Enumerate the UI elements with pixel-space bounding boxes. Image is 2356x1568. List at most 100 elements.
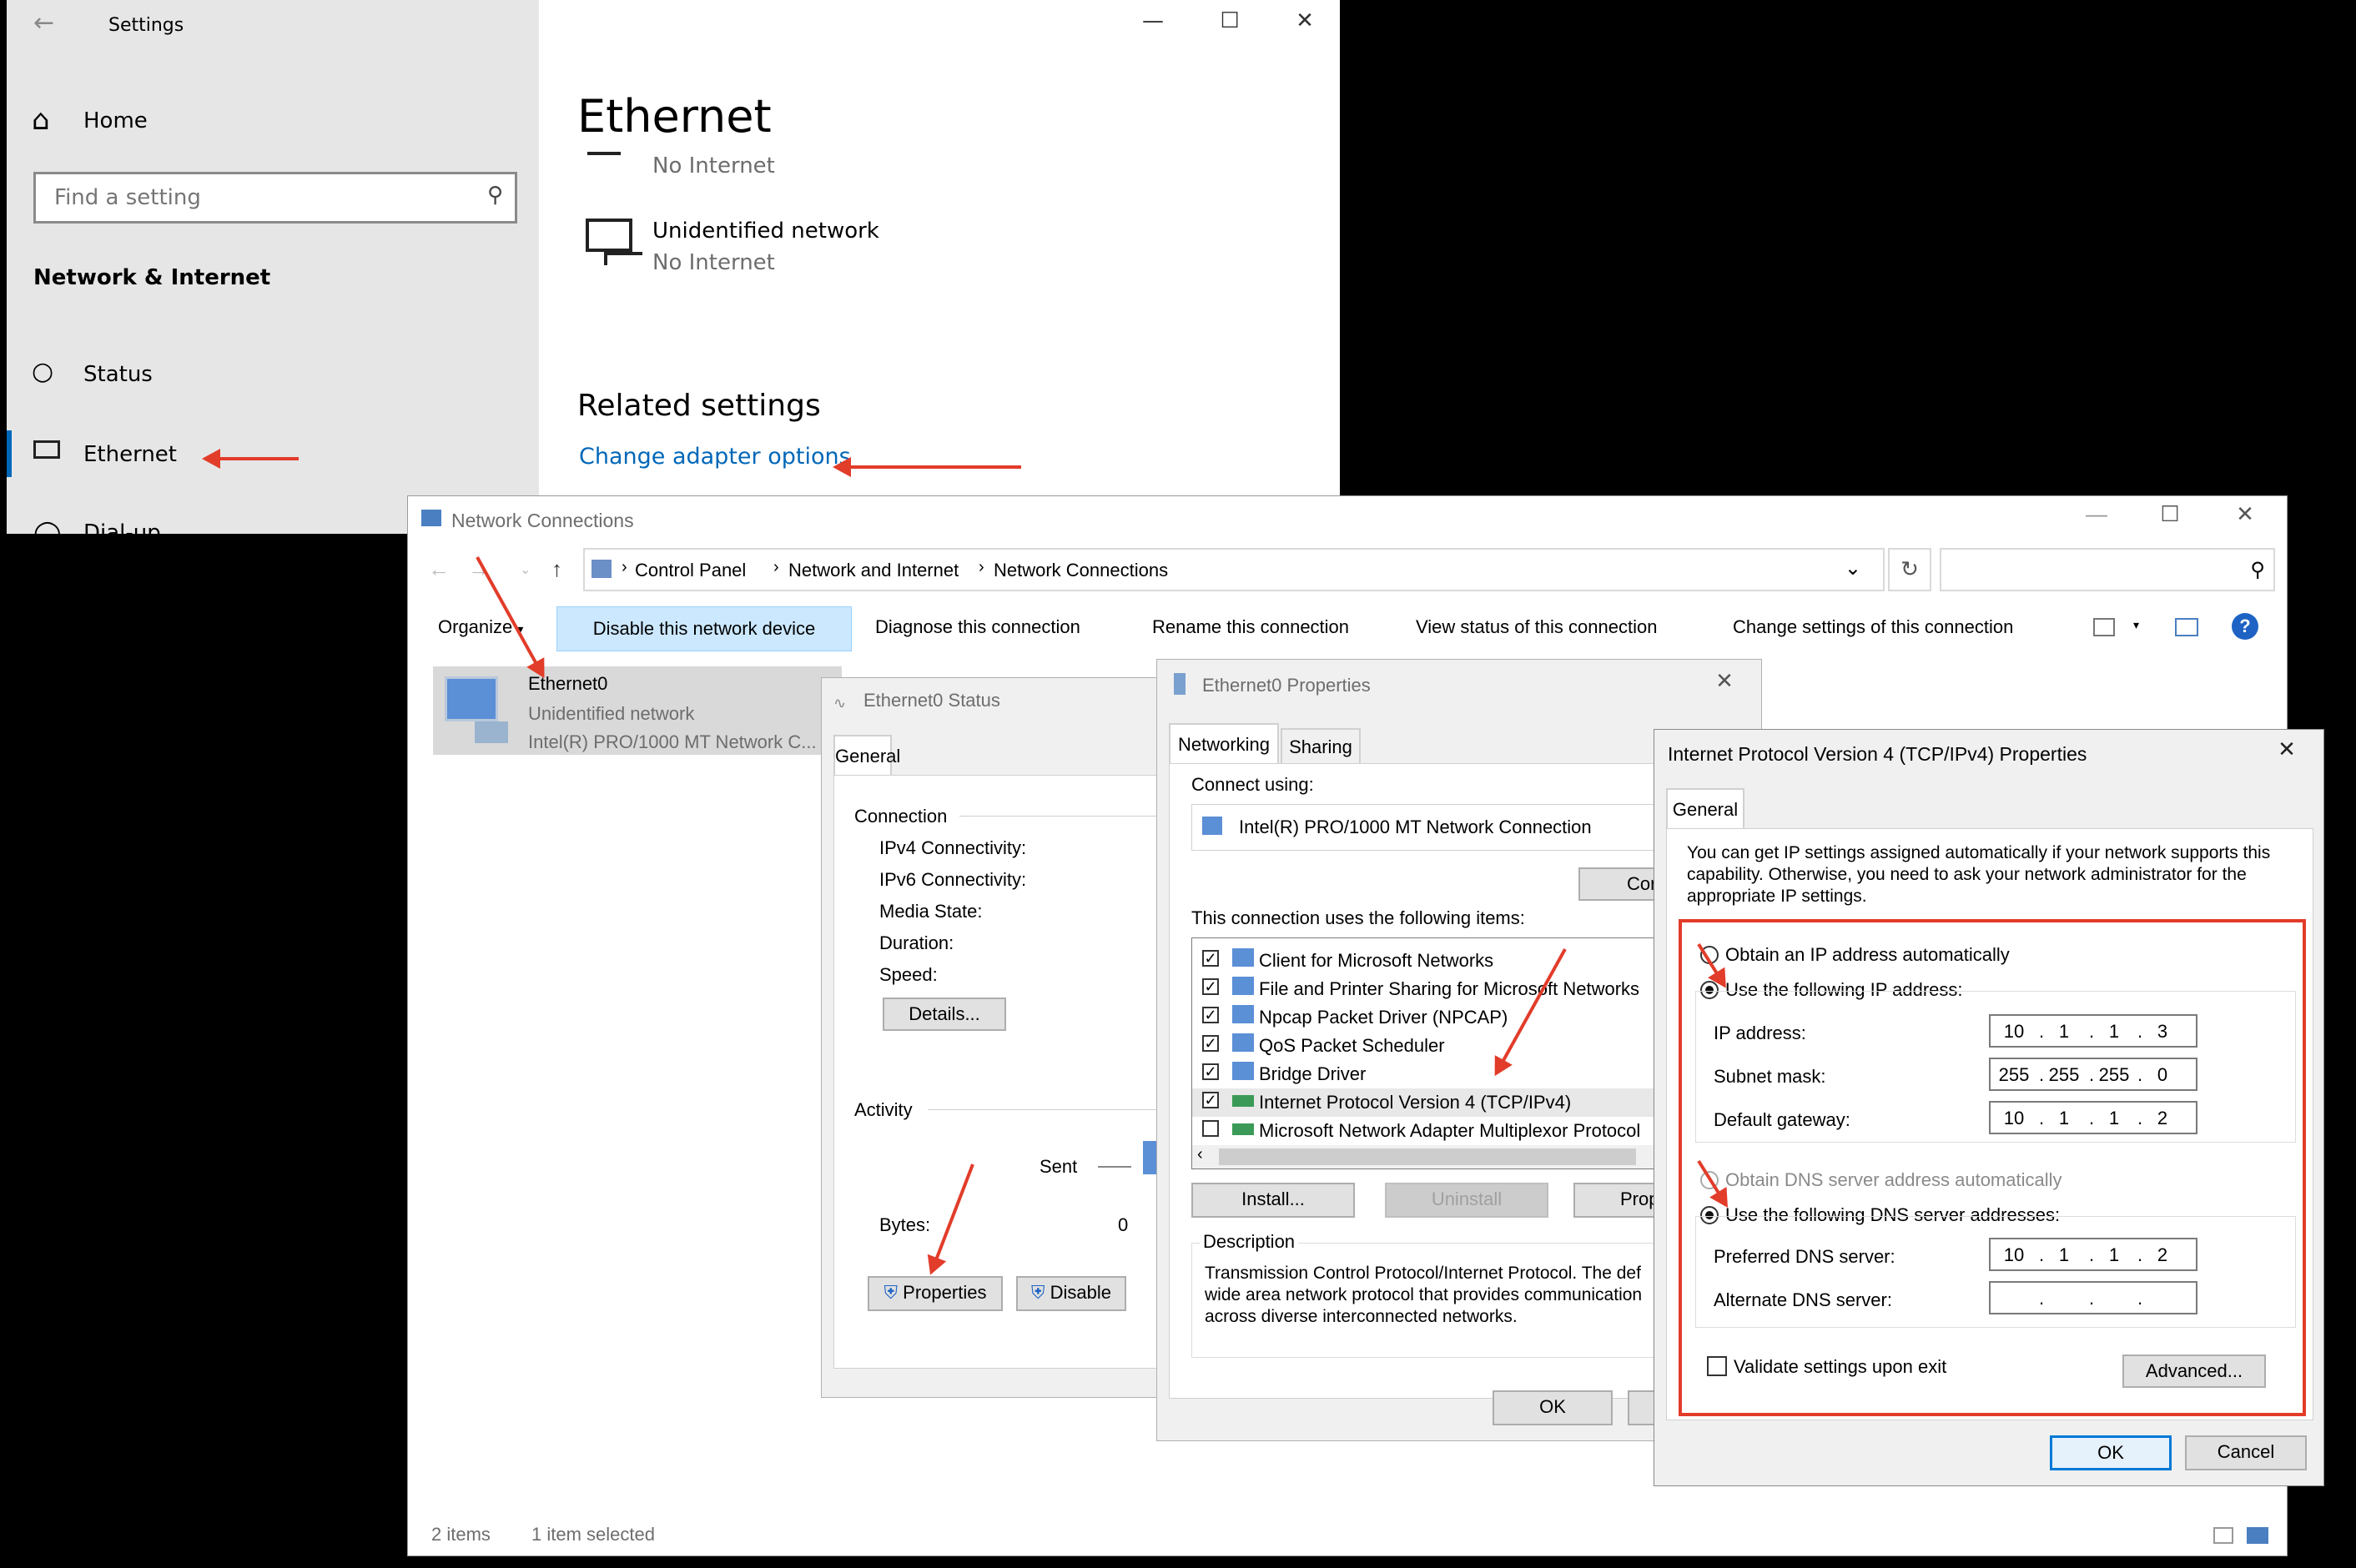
minimize-button[interactable]: —: [1136, 8, 1170, 33]
tab-networking[interactable]: Networking: [1169, 723, 1279, 765]
home-link[interactable]: Home: [83, 108, 148, 133]
obtain-ip-label[interactable]: Obtain an IP address automatically: [1725, 944, 2010, 966]
disable-device-label: Disable this network device: [592, 618, 816, 639]
view-status-button[interactable]: View status of this connection: [1416, 616, 1657, 638]
large-icons-view-icon[interactable]: [2247, 1527, 2268, 1544]
description-label: Description: [1200, 1231, 1299, 1253]
back-nav-icon[interactable]: ←: [428, 556, 450, 582]
item-checkbox[interactable]: ✓: [1202, 950, 1219, 967]
validate-checkbox[interactable]: [1707, 1356, 1727, 1376]
validate-label[interactable]: Validate settings upon exit: [1734, 1356, 1946, 1378]
sidebar-item-dialup[interactable]: Dial-up: [83, 520, 161, 534]
ipv4-dialog-title: Internet Protocol Version 4 (TCP/IPv4) P…: [1668, 743, 2087, 765]
status-dialog-icon: ∿: [833, 695, 847, 711]
diagnose-button[interactable]: Diagnose this connection: [875, 616, 1080, 638]
breadcrumb-network-connections[interactable]: Network Connections: [994, 560, 1168, 581]
breadcrumb-sep-icon: ›: [622, 558, 627, 576]
rename-button[interactable]: Rename this connection: [1152, 616, 1349, 638]
view-dropdown-icon[interactable]: ▾: [2133, 618, 2139, 632]
preferred-dns-field[interactable]: 10. 1. 1. 2: [1989, 1238, 2197, 1271]
sidebar-item-ethernet[interactable]: Ethernet: [83, 442, 177, 467]
scroll-left-icon[interactable]: ‹: [1197, 1145, 1203, 1164]
tab-sharing[interactable]: Sharing: [1281, 728, 1361, 765]
item-checkbox[interactable]: [1202, 1120, 1219, 1137]
item-checkbox[interactable]: ✓: [1202, 1063, 1219, 1080]
change-adapter-link[interactable]: Change adapter options: [579, 444, 851, 470]
address-dropdown-icon[interactable]: ⌄: [1845, 556, 1861, 580]
change-settings-button[interactable]: Change settings of this connection: [1733, 616, 2013, 638]
page-title: Ethernet: [577, 90, 772, 143]
network-service-icon: [1232, 977, 1254, 995]
up-nav-icon[interactable]: ↑: [551, 556, 562, 582]
alternate-dns-label: Alternate DNS server:: [1714, 1289, 1892, 1310]
properties-close-button[interactable]: ✕: [1708, 668, 1741, 694]
status-properties-button[interactable]: ⛨ Properties: [868, 1276, 1003, 1311]
breadcrumb-sep-icon: ›: [773, 558, 779, 576]
search-box[interactable]: ⚲: [1940, 548, 2275, 591]
advanced-button[interactable]: Advanced...: [2122, 1354, 2266, 1388]
refresh-button[interactable]: ↻: [1888, 548, 1931, 591]
properties-dialog-title: Ethernet0 Properties: [1202, 675, 1371, 696]
gateway-field[interactable]: 10. 1. 1. 2: [1989, 1101, 2197, 1134]
subnet-mask-field[interactable]: 255. 255. 255. 0: [1989, 1058, 2197, 1091]
netconn-close-button[interactable]: ✕: [2228, 501, 2262, 527]
back-arrow-icon[interactable]: ←: [33, 8, 54, 38]
gateway-octet: 10: [2003, 1108, 2025, 1128]
breadcrumb-sep-icon: ›: [979, 558, 984, 576]
gateway-label: Default gateway:: [1714, 1109, 1850, 1130]
disable-device-button[interactable]: Disable this network device: [556, 606, 852, 651]
ipv4-ok-button[interactable]: OK: [2050, 1435, 2172, 1470]
net2-name[interactable]: Unidentified network: [652, 219, 879, 244]
ipv4-cancel-button[interactable]: Cancel: [2185, 1435, 2307, 1470]
ipv4-connectivity-label: IPv4 Connectivity:: [879, 837, 1027, 858]
view-options-icon[interactable]: [2093, 618, 2115, 636]
netconn-maximize-button[interactable]: ☐: [2153, 501, 2187, 527]
dialup-icon: ◯: [33, 519, 62, 534]
search-input[interactable]: [53, 183, 456, 213]
duration-label: Duration:: [879, 932, 954, 953]
search-icon[interactable]: ⚲: [487, 183, 503, 208]
adapter-device: Intel(R) PRO/1000 MT Network C...: [528, 731, 817, 752]
details-view-icon[interactable]: [2213, 1527, 2233, 1544]
organize-label: Organize: [438, 616, 513, 637]
disable-label: Disable: [1050, 1282, 1111, 1303]
status-tab-general[interactable]: General: [833, 735, 900, 776]
ipv4-close-button[interactable]: ✕: [2270, 736, 2303, 762]
item-checkbox[interactable]: ✓: [1202, 978, 1219, 995]
details-button[interactable]: Details...: [883, 998, 1006, 1031]
properties-ok-button[interactable]: OK: [1493, 1390, 1613, 1425]
sidebar-item-status[interactable]: Status: [83, 362, 153, 387]
alternate-dns-field[interactable]: ...: [1989, 1281, 2197, 1314]
status-disable-button[interactable]: ⛨ Disable: [1016, 1276, 1126, 1311]
item-checkbox[interactable]: ✓: [1202, 1092, 1219, 1108]
annotation-arrow: [836, 465, 1021, 469]
search-box[interactable]: ⚲: [33, 172, 517, 224]
item-label: File and Printer Sharing for Microsoft N…: [1259, 978, 1640, 999]
install-button[interactable]: Install...: [1191, 1183, 1355, 1218]
network-monitor-icon[interactable]: [586, 219, 632, 252]
help-icon[interactable]: ?: [2232, 613, 2258, 640]
close-button[interactable]: ✕: [1288, 8, 1321, 33]
search-icon[interactable]: ⚲: [2250, 558, 2265, 582]
shield-icon: ⛨: [884, 1282, 899, 1303]
ipv4-tab-general[interactable]: General: [1666, 788, 1744, 830]
preview-pane-icon[interactable]: [2175, 618, 2198, 636]
gateway-octet: 2: [2157, 1108, 2168, 1128]
breadcrumb-network-internet[interactable]: Network and Internet: [788, 560, 959, 581]
description-text: Transmission Control Protocol/Internet P…: [1205, 1264, 1643, 1326]
netconn-minimize-button[interactable]: —: [2080, 501, 2113, 527]
netconn-icon: [421, 510, 441, 526]
globe-icon: ○: [32, 357, 54, 386]
network-adapter-icon: [445, 676, 498, 721]
scrollbar-thumb[interactable]: [1219, 1148, 1636, 1165]
item-checkbox[interactable]: ✓: [1202, 1035, 1219, 1052]
address-bar[interactable]: › Control Panel › Network and Internet ›…: [583, 548, 1885, 591]
breadcrumb-control-panel[interactable]: Control Panel: [635, 560, 746, 581]
item-label: Microsoft Network Adapter Multiplexor Pr…: [1259, 1120, 1641, 1141]
recent-dropdown-icon[interactable]: ⌄: [520, 561, 531, 578]
maximize-button[interactable]: ☐: [1213, 8, 1246, 33]
ip-address-field[interactable]: 10. 1. 1. 3: [1989, 1014, 2197, 1048]
adapter-item[interactable]: Ethernet0 Unidentified network Intel(R) …: [433, 666, 842, 755]
item-checkbox[interactable]: ✓: [1202, 1007, 1219, 1023]
sidebar-selection-bar: [7, 430, 12, 477]
